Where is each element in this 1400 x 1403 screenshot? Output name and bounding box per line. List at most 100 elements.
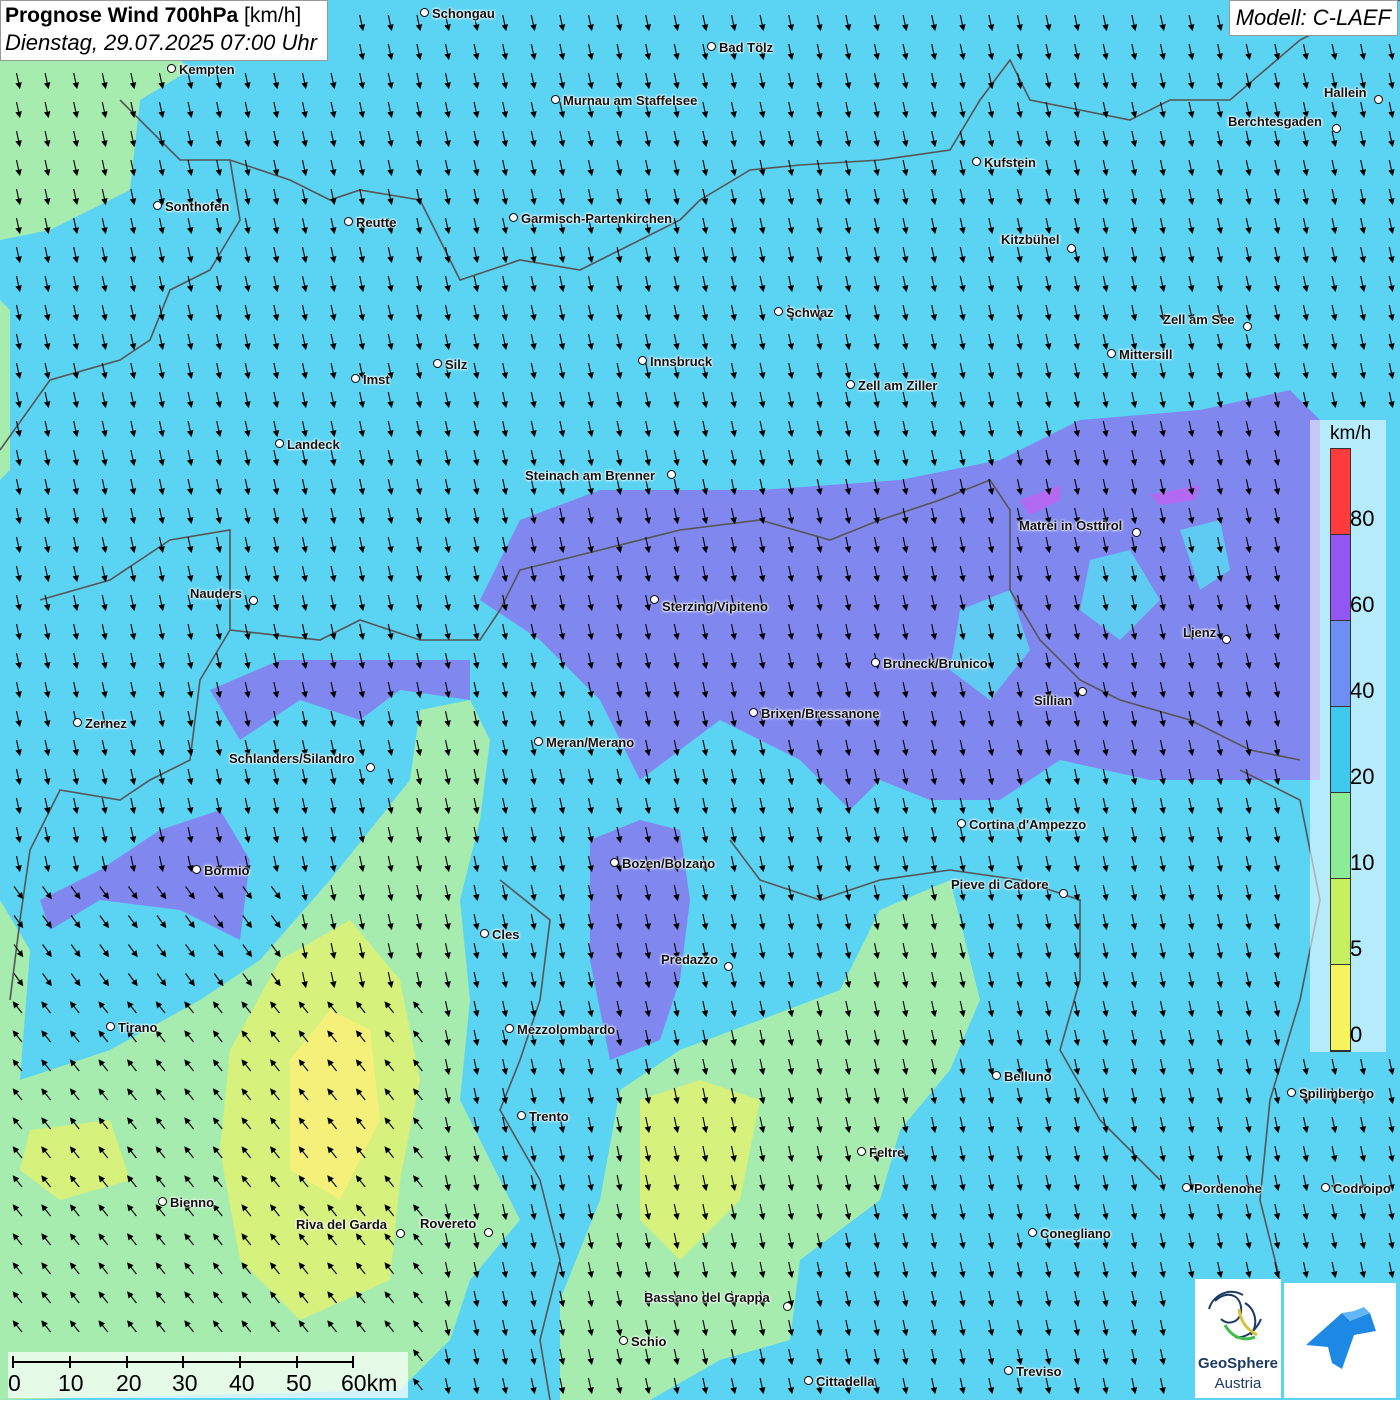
legend-band bbox=[1331, 449, 1350, 535]
legend-label: 60 bbox=[1350, 592, 1375, 617]
city-marker bbox=[972, 157, 981, 166]
city-label: Sterzing/Vipiteno bbox=[662, 599, 768, 614]
legend-band bbox=[1331, 879, 1350, 965]
legend-unit: km/h bbox=[1330, 423, 1372, 444]
city-label: Bormio bbox=[204, 863, 250, 878]
city-label: Sonthofen bbox=[165, 199, 230, 214]
legend-label: 10 bbox=[1350, 850, 1375, 875]
city-label: Kufstein bbox=[984, 155, 1036, 170]
green-zone-west bbox=[0, 300, 10, 480]
city-marker bbox=[1107, 349, 1116, 358]
legend-band bbox=[1331, 965, 1350, 1051]
city-marker bbox=[1287, 1088, 1296, 1097]
map-datetime: Dienstag, 29.07.2025 07:00 Uhr bbox=[5, 30, 317, 55]
scale-bar-ticks bbox=[12, 1356, 354, 1368]
geosphere-logo[interactable]: GeoSphere Austria bbox=[1195, 1279, 1281, 1398]
city-label: Predazzo bbox=[661, 952, 719, 967]
city-marker bbox=[1222, 635, 1231, 644]
city-label: Mittersill bbox=[1119, 347, 1173, 362]
city-label: Schongau bbox=[432, 6, 495, 21]
city-marker bbox=[610, 858, 619, 867]
cloud-arrow-icon bbox=[1306, 1307, 1376, 1369]
city-label: Innsbruck bbox=[650, 354, 713, 369]
city-label: Brixen/Bressanone bbox=[761, 706, 880, 721]
scale-label: 0 bbox=[8, 1370, 21, 1396]
city-marker bbox=[1028, 1228, 1037, 1237]
city-label: Bozen/Bolzano bbox=[622, 856, 716, 871]
city-label: Cles bbox=[492, 927, 520, 942]
legend-label: 5 bbox=[1350, 936, 1363, 961]
city-label: Schwaz bbox=[786, 305, 834, 320]
city-marker bbox=[707, 42, 716, 51]
city-marker bbox=[153, 201, 162, 210]
city-marker bbox=[480, 929, 489, 938]
model-label: Modell: C-LAEF bbox=[1228, 0, 1398, 36]
city-label: Riva del Garda bbox=[296, 1217, 388, 1232]
city-label: Pordenone bbox=[1194, 1181, 1262, 1196]
city-marker bbox=[551, 95, 560, 104]
city-label: Tirano bbox=[118, 1020, 158, 1035]
city-marker bbox=[275, 439, 284, 448]
city-label: Feltre bbox=[869, 1145, 905, 1160]
city-label: Treviso bbox=[1016, 1364, 1062, 1379]
legend-label: 0 bbox=[1350, 1022, 1363, 1047]
city-label: Mezzolombardo bbox=[517, 1022, 616, 1037]
city-label: Reutte bbox=[356, 215, 397, 230]
city-label: Sillian bbox=[1034, 693, 1073, 708]
weather-app-logo[interactable] bbox=[1284, 1283, 1396, 1398]
city-marker bbox=[1332, 124, 1341, 133]
city-marker bbox=[505, 1024, 514, 1033]
city-label: Bruneck/Brunico bbox=[883, 656, 988, 671]
scale-bar: 0 10 20 30 40 50 60km bbox=[8, 1352, 408, 1398]
city-marker bbox=[396, 1229, 405, 1238]
city-label: Berchtesgaden bbox=[1228, 114, 1322, 129]
map-title: Prognose Wind 700hPa [km/h] bbox=[5, 4, 302, 27]
city-label: Matrei in Osttirol bbox=[1019, 518, 1123, 533]
city-marker bbox=[619, 1336, 628, 1345]
city-label: Spilimbergo bbox=[1299, 1086, 1375, 1101]
city-label: Silz bbox=[445, 357, 468, 372]
city-marker bbox=[638, 356, 647, 365]
city-marker bbox=[749, 708, 758, 717]
city-label: Nauders bbox=[190, 586, 243, 601]
city-marker bbox=[344, 217, 353, 226]
legend-band bbox=[1331, 535, 1350, 621]
city-label: Meran/Merano bbox=[546, 735, 635, 750]
city-marker bbox=[158, 1197, 167, 1206]
city-marker bbox=[484, 1228, 493, 1237]
city-marker bbox=[1374, 95, 1383, 104]
scale-label: 10 bbox=[58, 1370, 84, 1396]
city-marker bbox=[804, 1376, 813, 1385]
city-label: Schio bbox=[631, 1334, 667, 1349]
legend-label: 40 bbox=[1350, 678, 1375, 703]
city-marker bbox=[1132, 528, 1141, 537]
city-marker bbox=[1004, 1366, 1013, 1375]
city-label: Imst bbox=[363, 372, 390, 387]
city-label: Zell am See bbox=[1163, 312, 1235, 327]
title-unit: [km/h] bbox=[244, 4, 302, 27]
city-label: Bad Tölz bbox=[719, 40, 774, 55]
city-label: Pieve di Cadore bbox=[951, 877, 1049, 892]
city-marker bbox=[667, 470, 676, 479]
city-marker bbox=[73, 718, 82, 727]
city-label: Landeck bbox=[287, 437, 340, 452]
city-label: Kitzbühel bbox=[1001, 232, 1060, 247]
city-marker bbox=[783, 1302, 792, 1311]
city-marker bbox=[857, 1147, 866, 1156]
city-label: Bienno bbox=[170, 1195, 215, 1210]
geosphere-country: Austria bbox=[1214, 1375, 1262, 1392]
city-label: Cortina d'Ampezzo bbox=[969, 817, 1087, 832]
city-label: Schlanders/Silandro bbox=[229, 751, 355, 766]
city-marker bbox=[249, 596, 258, 605]
city-label: Conegliano bbox=[1040, 1226, 1111, 1241]
city-marker bbox=[724, 962, 733, 971]
legend-bar bbox=[1330, 448, 1351, 1052]
legend-label: 20 bbox=[1350, 764, 1375, 789]
city-label: Steinach am Brenner bbox=[525, 468, 656, 483]
city-marker bbox=[846, 380, 855, 389]
scale-label: 20 bbox=[116, 1370, 142, 1396]
city-label: Bassano del Grappa bbox=[644, 1290, 770, 1305]
city-marker bbox=[1078, 687, 1087, 696]
city-label: Hallein bbox=[1324, 85, 1367, 100]
city-marker bbox=[534, 737, 543, 746]
